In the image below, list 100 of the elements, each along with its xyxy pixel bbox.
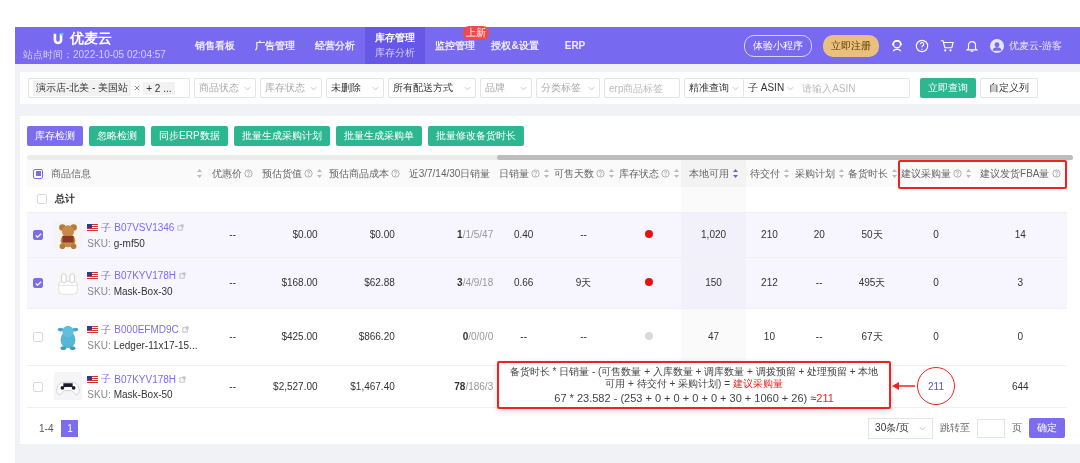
external-link-icon[interactable] xyxy=(181,326,189,333)
store-tag: 演示店-北美 - 美国站 xyxy=(33,80,132,96)
table-cell: -- xyxy=(520,331,527,342)
sku-label: SKU: xyxy=(87,339,111,351)
table-cell: $168.00 xyxy=(281,277,318,288)
sort-icon[interactable] xyxy=(317,169,323,178)
scrollbar-thumb[interactable] xyxy=(497,155,1073,160)
table-cell: 644 xyxy=(1011,380,1029,392)
help-icon[interactable] xyxy=(304,169,314,178)
external-link-icon[interactable] xyxy=(177,224,185,231)
help-icon[interactable] xyxy=(595,169,605,178)
nav-subtitle: 库存分析 xyxy=(375,46,415,60)
action-button[interactable]: 同步ERP数据 xyxy=(151,126,228,146)
caret-icon xyxy=(919,425,926,431)
page-button[interactable]: 1 xyxy=(61,419,79,437)
table-cell: 14 xyxy=(1014,229,1026,240)
nav-item[interactable]: 广告管理 xyxy=(255,38,295,53)
table-cell: 210 xyxy=(761,229,778,240)
help-icon[interactable] xyxy=(390,169,400,178)
cart-icon[interactable] xyxy=(939,38,954,53)
search-box[interactable]: 精准查询 子 ASIN 请输入ASIN xyxy=(684,78,910,98)
query-button[interactable]: 立即查询 xyxy=(920,78,976,98)
sort-icon[interactable] xyxy=(543,169,549,178)
table-cell: 67天 xyxy=(861,330,883,342)
action-button[interactable]: 批量修改备货时长 xyxy=(427,126,524,146)
table-cell: 50天 xyxy=(861,228,883,240)
table-cell: -- xyxy=(229,380,236,392)
sort-icon[interactable] xyxy=(733,169,739,178)
checkbox[interactable] xyxy=(33,278,44,289)
table-cell: -- xyxy=(229,277,236,288)
help-icon[interactable] xyxy=(953,169,962,178)
asin-prefix: 子 xyxy=(101,268,112,283)
sort-icon[interactable] xyxy=(196,169,202,178)
sort-icon[interactable] xyxy=(783,169,789,178)
close-icon[interactable] xyxy=(134,85,141,91)
table-cell: 10 xyxy=(763,331,775,342)
logo-text: 优麦云 xyxy=(70,29,112,48)
caret-icon xyxy=(787,85,795,91)
page-range: 1-4 xyxy=(39,422,54,434)
support-icon[interactable] xyxy=(889,38,904,53)
table-cell: $1,467.40 xyxy=(350,380,395,392)
sort-icon[interactable] xyxy=(673,169,679,178)
sku-label: SKU: xyxy=(87,237,111,249)
help-icon[interactable] xyxy=(530,169,540,178)
sort-icon[interactable] xyxy=(891,169,897,178)
sort-icon[interactable] xyxy=(608,169,614,178)
calculation-text: 67 * 23.582 - (253 + 0 + 0 + 0 + 0 + 30 + 1060 + 26) ≈211 xyxy=(553,392,835,404)
asin-link[interactable]: B07KYV178H xyxy=(114,373,177,385)
nav-item[interactable]: 库存管理 xyxy=(375,31,415,45)
action-button[interactable]: 批量生成采购计划 xyxy=(233,126,330,146)
action-button[interactable]: 忽略检测 xyxy=(89,126,145,146)
help-icon[interactable] xyxy=(1051,169,1061,178)
help-icon[interactable] xyxy=(660,169,670,178)
asin-prefix: 子 xyxy=(101,322,112,337)
caret-icon xyxy=(464,85,471,91)
table-cell: -- xyxy=(229,229,236,240)
table-cell: 0.66 xyxy=(513,277,534,288)
checkbox[interactable] xyxy=(33,230,44,241)
table-cell: 1,020 xyxy=(701,229,727,240)
logo-icon xyxy=(51,31,65,46)
mini-program-button[interactable]: 体验小程序 xyxy=(743,34,812,57)
bell-icon[interactable] xyxy=(964,38,979,53)
asin-link[interactable]: B07VSV1346 xyxy=(114,222,175,233)
caret-icon xyxy=(310,85,317,91)
action-button[interactable]: 库存检测 xyxy=(27,126,83,146)
avatar-icon[interactable] xyxy=(989,38,1004,53)
caret-icon xyxy=(520,85,527,91)
asin-link[interactable]: B07KYV178H xyxy=(114,270,177,281)
help-icon[interactable] xyxy=(244,169,254,178)
table-cell: -- xyxy=(815,331,823,342)
custom-columns-button[interactable]: 自定义列 xyxy=(980,78,1038,98)
sku-value: g-mf50 xyxy=(113,237,145,249)
sort-icon[interactable] xyxy=(838,169,844,178)
user-name[interactable]: 优麦云-游客 xyxy=(1008,38,1062,53)
action-button[interactable]: 批量生成采购单 xyxy=(335,126,422,146)
confirm-button[interactable]: 确定 xyxy=(1029,418,1065,438)
asin-prefix: 子 xyxy=(101,220,112,235)
select-field[interactable]: 子 ASIN xyxy=(748,81,785,95)
nav-item[interactable]: 经营分析 xyxy=(315,38,355,53)
table-cell: 20 xyxy=(813,229,825,240)
nav-item[interactable]: 销售看板 xyxy=(195,38,235,53)
table-cell: -- xyxy=(815,277,823,288)
table-cell: 0 xyxy=(933,229,939,240)
table-cell: $866.20 xyxy=(358,331,395,342)
checkbox[interactable] xyxy=(33,168,43,179)
nav-item[interactable]: ERP xyxy=(564,40,586,51)
sort-icon[interactable] xyxy=(966,169,971,178)
jump-label: 跳转至 xyxy=(940,421,970,435)
table-cell: 0 xyxy=(933,277,939,288)
page-input[interactable] xyxy=(977,418,1005,438)
nav-item[interactable]: 监控管理 xyxy=(435,38,475,53)
sku-label: SKU: xyxy=(87,389,111,400)
sku-value: Ledger-11x17-15... xyxy=(113,339,198,351)
external-link-icon[interactable] xyxy=(179,272,187,279)
select-field[interactable]: 精准查询 xyxy=(689,81,729,95)
table-cell: 0.40 xyxy=(513,229,534,240)
external-link-icon[interactable] xyxy=(179,375,187,383)
asin-link[interactable]: B000EFMD9C xyxy=(114,324,179,335)
nav-item[interactable]: 授权&设置 xyxy=(491,38,539,53)
register-button[interactable]: 立即注册 xyxy=(822,34,879,57)
